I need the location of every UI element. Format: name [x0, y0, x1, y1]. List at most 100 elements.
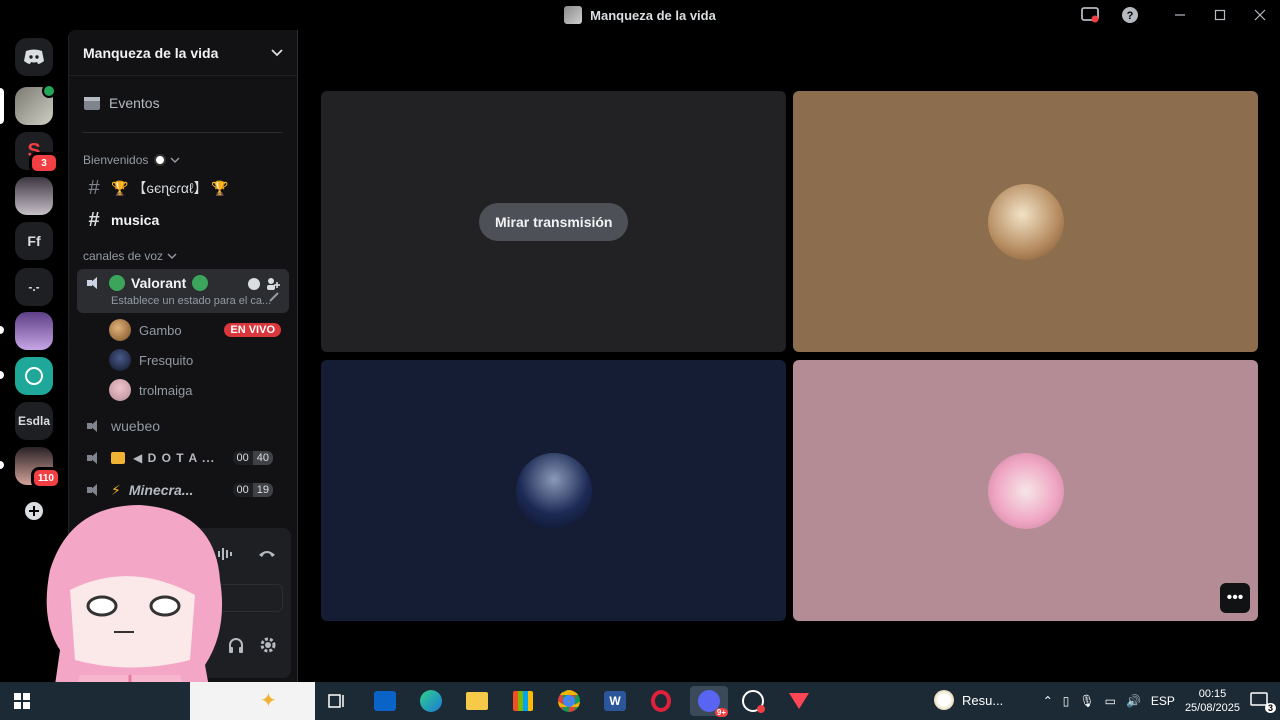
guild-header[interactable]: Manqueza de la vida [69, 30, 297, 76]
voice-channel-minecraft[interactable]: ⚡ Minecra... 00 19 [77, 475, 289, 505]
soundboard-icon[interactable] [217, 546, 235, 567]
signal-icon [86, 540, 97, 552]
speaker-indicator-icon [42, 84, 56, 98]
word-icon[interactable]: W [600, 686, 630, 716]
widget-label: Resu... [962, 692, 1004, 708]
channel-sidebar: Manqueza de la vida Eventos Bienvenidos … [68, 30, 298, 682]
taskbar-search-box[interactable]: ✦ [190, 682, 315, 720]
help-icon[interactable]: ? [1110, 0, 1150, 30]
add-server-button[interactable] [15, 492, 53, 530]
close-icon[interactable] [1240, 0, 1280, 30]
server-9[interactable]: 110 [15, 447, 61, 489]
task-view-icon[interactable] [322, 686, 352, 716]
selected-server-indicator [0, 88, 4, 124]
voice-stage: Mirar transmisión ••• [299, 30, 1280, 682]
voice-channel-wuebeo[interactable]: wuebeo [77, 411, 289, 441]
notification-count: 3 [1264, 703, 1276, 713]
edit-pencil-icon[interactable] [269, 289, 279, 307]
svg-text:?: ? [1127, 10, 1134, 22]
hash-icon: # [88, 176, 100, 199]
server-esdla[interactable]: Esdla [15, 402, 53, 440]
settings-gear-icon[interactable] [259, 636, 277, 659]
participant-tile-navy[interactable] [321, 360, 786, 621]
voice-channel-dota[interactable]: ◀ D O T A ... 00 40 [77, 443, 289, 473]
voice-status[interactable]: V [85, 538, 112, 553]
language-indicator[interactable]: ESP [1151, 694, 1175, 708]
tray-device-icon[interactable]: ▯ [1063, 694, 1070, 708]
voice-channel-status[interactable]: Establece un estado para el ca... [85, 295, 271, 307]
store-icon[interactable] [508, 686, 538, 716]
server-6[interactable] [15, 312, 53, 350]
server-ff[interactable]: Ff [15, 222, 53, 260]
guild-name: Manqueza de la vida [83, 44, 219, 61]
activity-button[interactable] [85, 584, 283, 612]
maximize-icon[interactable] [1200, 0, 1240, 30]
title-bar-controls: ? [1070, 0, 1280, 30]
channel-musica-label: musica [111, 212, 160, 228]
plus-icon [25, 502, 43, 520]
category-voice-label: canales de voz [83, 249, 164, 263]
category-voice[interactable]: canales de voz [69, 247, 297, 265]
channel-general[interactable]: # 🏆 【ɢєɳєɾαℓ】 🏆 [77, 173, 289, 203]
watch-stream-button[interactable]: Mirar transmisión [479, 203, 629, 241]
voice-channel-valorant[interactable]: Valorant Establece un estado para el ca.… [77, 269, 289, 313]
notification-center-icon[interactable]: 3 [1250, 691, 1276, 713]
discord-home-button[interactable] [15, 38, 53, 76]
user-avatar[interactable] [83, 628, 115, 660]
volume-icon[interactable]: 🔊 [1126, 694, 1141, 708]
events-item[interactable]: Eventos [77, 88, 289, 118]
discord-taskbar-icon[interactable]: 9+ [690, 686, 728, 717]
voice-member[interactable]: trolmaiga [69, 375, 297, 405]
server-badge: 3 [29, 152, 59, 174]
network-icon[interactable]: ▭ [1105, 694, 1116, 708]
sparkle-icon: ✦ [260, 690, 277, 712]
file-explorer-icon[interactable] [462, 686, 492, 716]
avatar [109, 349, 131, 371]
participant-tile-pink[interactable]: ••• [793, 360, 1258, 621]
server-rail: S 3 Ff -.- Esdla 110 [0, 30, 68, 682]
taskbar-widget[interactable]: Resu... [934, 690, 1003, 710]
server-2[interactable]: S 3 [15, 132, 59, 174]
participant-tile-brown[interactable] [793, 91, 1258, 352]
minimize-icon[interactable] [1160, 0, 1200, 30]
live-badge: EN VIVO [224, 323, 281, 337]
opera-icon[interactable] [646, 686, 676, 716]
participant-avatar [987, 452, 1064, 529]
server-badge: 110 [30, 467, 61, 489]
discord-window: Manqueza de la vida ? S 3 Ff -.- Esdla 1… [0, 0, 1280, 720]
voice-member[interactable]: Fresquito [69, 345, 297, 375]
headphones-icon[interactable] [227, 636, 245, 659]
microphone-icon[interactable]: 🎙 [1079, 694, 1094, 708]
member-name: Gambo [139, 322, 182, 338]
user-limit-badge: 00 40 [232, 451, 273, 465]
valorant-icon[interactable] [784, 686, 814, 716]
category-welcome[interactable]: Bienvenidos [69, 151, 297, 169]
server-manqueza[interactable] [15, 84, 56, 125]
events-label: Eventos [109, 95, 160, 111]
chevron-up-icon[interactable]: ⌃ [1043, 694, 1053, 708]
server-icon [564, 6, 583, 24]
speaker-icon [85, 450, 103, 466]
edge-icon[interactable] [416, 686, 446, 716]
clock[interactable]: 00:15 25/08/2025 [1185, 687, 1240, 715]
system-tray: ⌃ ▯ 🎙 ▭ 🔊 ESP 00:15 25/08/2025 3 [1043, 682, 1280, 720]
server-3[interactable] [15, 177, 53, 215]
chevron-down-icon [170, 157, 180, 163]
discord-badge: 9+ [714, 708, 728, 717]
beer-emoji-icon [111, 452, 125, 464]
obs-icon[interactable] [738, 686, 768, 716]
chat-icon[interactable] [247, 277, 261, 294]
server-7[interactable] [15, 357, 53, 395]
disconnect-icon[interactable] [257, 546, 277, 565]
more-options-button[interactable]: ••• [1220, 583, 1250, 613]
voice-member[interactable]: Gambo EN VIVO [69, 315, 297, 345]
inbox-icon[interactable] [1070, 0, 1110, 30]
windows-start-icon[interactable] [14, 693, 30, 714]
valorant-emoji-icon [192, 275, 209, 291]
outlook-icon[interactable] [370, 686, 400, 716]
stream-tile-gambo[interactable]: Mirar transmisión [321, 91, 786, 352]
chrome-icon[interactable] [554, 686, 584, 716]
channel-musica[interactable]: # musica [77, 205, 289, 235]
title-bar: Manqueza de la vida ? [0, 0, 1280, 30]
server-dash[interactable]: -.- [15, 268, 53, 306]
